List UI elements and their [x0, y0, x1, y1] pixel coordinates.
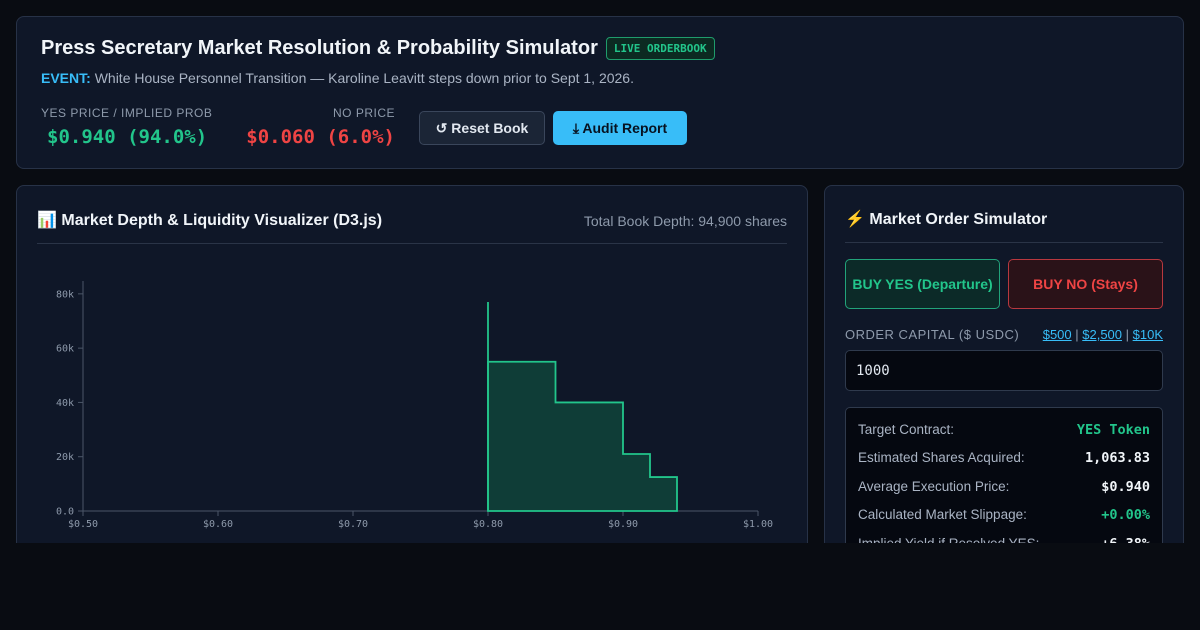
capital-label: ORDER CAPITAL ($ USDC) — [845, 327, 1020, 342]
y-tick-label: 80k — [56, 289, 74, 300]
y-tick-label: 60k — [56, 344, 74, 355]
x-tick-label: $0.90 — [608, 519, 638, 530]
capital-row: ORDER CAPITAL ($ USDC) $500 | $2,500 | $… — [845, 327, 1163, 342]
stat-value: YES Token — [1076, 422, 1150, 438]
simulator-title: ⚡ Market Order Simulator — [845, 211, 1048, 228]
capital-presets: $500 | $2,500 | $10K — [1042, 327, 1163, 342]
stat-value: $0.940 — [1101, 479, 1150, 495]
viewport-bottom-band — [0, 543, 1200, 630]
audit-report-button[interactable]: ⤓ Audit Report — [553, 111, 687, 145]
depth-chart: $0.50 $0.60 $0.70 $0.80 $0.90 $1.00 0.0 20k 40k 6… — [56, 281, 773, 530]
order-simulator-panel: ⚡ Market Order Simulator BUY YES (Depart… — [824, 185, 1184, 577]
live-orderbook-badge: LIVE ORDERBOOK — [605, 37, 715, 60]
stat-row-shares: Estimated Shares Acquired: 1,063.83 — [858, 450, 1150, 466]
market-depth-panel: 📊 Market Depth & Liquidity Visualizer (D… — [16, 185, 808, 565]
simulator-divider — [845, 242, 1163, 243]
yes-price-value: $0.940 (94.0%) — [47, 126, 208, 148]
order-capital-input[interactable] — [845, 350, 1163, 391]
preset-10k-link[interactable]: $10K — [1133, 327, 1163, 342]
buy-yes-button[interactable]: BUY YES (Departure) — [845, 259, 1000, 309]
x-tick-label: $1.00 — [743, 519, 773, 530]
event-text: White House Personnel Transition — Karol… — [94, 70, 634, 86]
x-tick-label: $0.60 — [203, 519, 233, 530]
y-tick-label: 40k — [56, 398, 74, 409]
stat-label: Average Execution Price: — [858, 479, 1010, 494]
stat-row-avg-price: Average Execution Price: $0.940 — [858, 479, 1150, 495]
preset-2500-link[interactable]: $2,500 — [1082, 327, 1122, 342]
buy-no-button[interactable]: BUY NO (Stays) — [1008, 259, 1163, 309]
stat-label: Estimated Shares Acquired: — [858, 450, 1025, 465]
x-tick-label: $0.50 — [68, 519, 98, 530]
x-tick-label: $0.80 — [473, 519, 503, 530]
no-price-label: NO PRICE — [332, 106, 395, 120]
header-card: Press Secretary Market Resolution & Prob… — [16, 16, 1184, 169]
y-tick-label: 20k — [56, 452, 74, 463]
stat-value: +0.00% — [1101, 507, 1150, 523]
depth-area — [487, 360, 678, 512]
y-tick-label: 0.0 — [56, 507, 74, 518]
x-tick-label: $0.70 — [338, 519, 368, 530]
stat-value: 1,063.83 — [1084, 450, 1150, 466]
stat-label: Calculated Market Slippage: — [858, 507, 1027, 522]
event-label: EVENT: — [41, 70, 91, 86]
yes-price-block: YES PRICE / IMPLIED PROB $0.940 (94.0%) — [41, 106, 212, 148]
preset-500-link[interactable]: $500 — [1043, 327, 1072, 342]
event-description: EVENT: White House Personnel Transition … — [41, 70, 634, 86]
reset-book-button[interactable]: ↺ Reset Book — [419, 111, 545, 145]
title-row: Press Secretary Market Resolution & Prob… — [41, 37, 715, 60]
yes-price-label: YES PRICE / IMPLIED PROB — [41, 106, 213, 120]
page-title: Press Secretary Market Resolution & Prob… — [41, 37, 598, 59]
no-price-value: $0.060 (6.0%) — [246, 126, 395, 148]
stat-label: Target Contract: — [858, 422, 955, 437]
stat-row-target: Target Contract: YES Token — [858, 422, 1150, 438]
no-price-block: NO PRICE $0.060 (6.0%) — [239, 106, 395, 148]
stat-row-slippage: Calculated Market Slippage: +0.00% — [858, 507, 1150, 523]
